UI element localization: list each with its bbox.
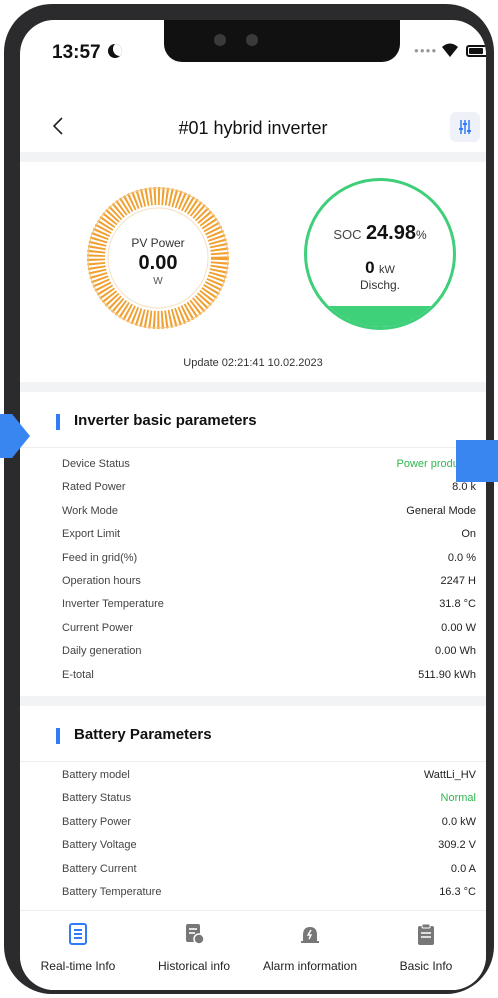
nav-label: Basic Info [399,959,453,973]
app-header: #01 hybrid inverter [20,100,486,152]
param-label: Export Limit [62,528,121,541]
page-title: #01 hybrid inverter [178,118,328,138]
app-screen: 13:57 ●●●● #01 hybrid inverter PV Power … [20,20,486,990]
param-row: Battery Voltage 309.2 V [20,835,486,858]
param-row: Battery model WattLi_HV [20,765,486,788]
param-label: Inverter Temperature [62,598,164,611]
param-value: 8.0 k [452,481,476,494]
param-value: 0.00 Wh [435,645,476,658]
device-notch [164,20,400,62]
param-value: General Mode [406,504,476,517]
section-accent-bar [56,728,60,744]
param-label: Battery Power [62,815,132,828]
param-value: Normal [440,792,476,805]
param-label: E-total [62,668,94,681]
battery-state: Dischg. [359,278,400,292]
param-value: WattLi_HV [423,769,476,781]
battery-section-header: Battery Parameters [20,706,486,762]
param-row: Rated Power 8.0 k [20,477,486,500]
param-row: Battery Temperature 16.3 °C [20,882,486,905]
param-label: Battery Temperature [62,886,162,898]
inverter-section-title: Inverter basic parameters [74,412,257,429]
param-row: Device Status Power productio [20,454,486,477]
param-label: Battery Status [62,792,132,805]
param-label: Device Status [62,458,130,470]
nav-label: Real-time Info [40,959,116,973]
sensor-dot-icon [246,34,258,46]
param-row: E-total 511.90 kWh [20,665,486,688]
param-row: Battery Power 0.0 kW [20,812,486,835]
param-row: Export Limit On [20,524,486,547]
param-label: Feed in grid(%) [62,551,138,564]
param-row: Daily generation 0.00 Wh [20,641,486,664]
wifi-icon [442,43,458,57]
param-row: Inverter Temperature 31.8 °C [20,594,486,617]
section-accent-bar [56,414,60,430]
sliders-icon [459,120,471,134]
status-time: 13:57 [52,42,101,63]
nav-label: Alarm information [262,959,358,973]
update-timestamp: Update 02:21:41 10.02.2023 [183,357,323,369]
filter-settings-button[interactable] [450,112,480,142]
battery-power-value: 0 [365,258,375,277]
param-label: Rated Power [62,481,126,494]
pv-power-label: PV Power [131,236,185,250]
nav-label: Historical info [157,959,231,973]
soc-value: 24.98 [365,222,416,244]
nav-tab-historical[interactable]: Historical info [136,917,252,977]
right-page-arrow[interactable] [456,440,498,482]
section-divider [20,382,486,392]
param-row: Feed in grid(%) 0.0 % [20,548,486,571]
battery-section-title: Battery Parameters [74,726,212,743]
bottom-nav: Real-time Info Historical info Alarm inf… [20,910,486,990]
phone-frame: 13:57 ●●●● #01 hybrid inverter PV Power … [4,4,494,994]
signal-icon: ●●●● [414,46,438,55]
param-value: 0.00 W [441,621,476,634]
section-divider [20,152,486,162]
soc-readout: SOC 24.98% 0 kW Dischg. [304,178,456,330]
section-divider [20,696,486,706]
soc-label: SOC [333,227,362,242]
nav-tab-alarm[interactable]: Alarm information [252,917,368,977]
clipboard-icon [418,923,434,945]
param-value: 511.90 kWh [418,668,476,681]
param-label: Current Power [62,621,133,634]
param-value: 16.3 °C [439,886,476,898]
param-label: Battery Voltage [62,839,137,852]
nav-tab-basic-info[interactable]: Basic Info [368,917,484,977]
param-row: Work Mode General Mode [20,501,486,524]
param-label: Operation hours [62,575,141,587]
param-value: 31.8 °C [439,598,476,611]
camera-dot-icon [214,34,226,46]
param-value: 309.2 V [438,839,476,852]
inverter-section-header: Inverter basic parameters [20,392,486,448]
param-row: Operation hours 2247 H [20,571,486,594]
param-value: On [461,528,476,541]
param-label: Battery model [62,769,130,781]
pv-power-value: 0.00 [138,252,178,274]
param-value: 0.0 A [450,862,476,875]
param-label: Battery Current [62,862,137,875]
pv-power-readout: PV Power 0.00 W [82,182,234,334]
param-row: Battery Status Normal [20,788,486,811]
alarm-bell-icon [301,927,319,943]
param-row: Battery Current 0.0 A [20,859,486,882]
nav-tab-realtime[interactable]: Real-time Info [20,917,136,977]
param-label: Work Mode [62,504,119,517]
battery-power-unit: kW [379,264,395,276]
battery-icon [466,45,486,57]
moon-icon [108,44,122,58]
param-value: 0.0 kW [441,815,476,828]
param-row: Current Power 0.00 W [20,618,486,641]
realtime-doc-icon [69,923,87,945]
param-value: 2247 H [440,575,476,587]
param-value: 0.0 % [447,551,476,564]
soc-unit: % [416,228,427,242]
pv-power-unit: W [153,276,163,287]
history-doc-icon [186,924,204,945]
gauges-panel: PV Power 0.00 W SOC 24.98% 0 kW Dischg. … [20,162,486,382]
param-label: Daily generation [62,645,142,658]
